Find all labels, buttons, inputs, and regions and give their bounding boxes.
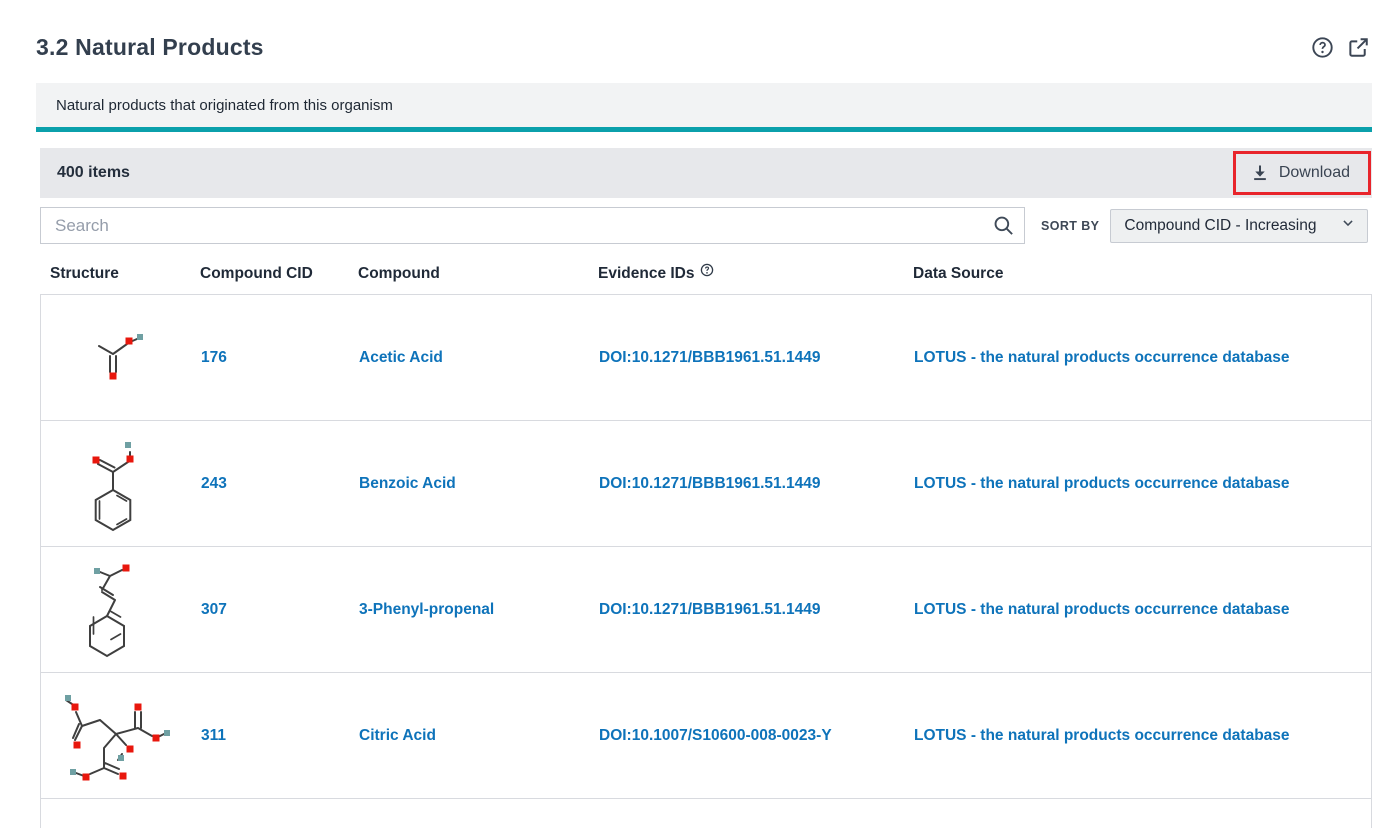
column-header-compound-cid: Compound CID [200, 265, 313, 282]
items-count: 400 items [57, 164, 130, 181]
section-description-bar: Natural products that originated from th… [36, 83, 1372, 132]
data-source-link[interactable]: LOTUS - the natural products occurrence … [914, 601, 1290, 618]
natural-products-section: 3.2 Natural Products Natural products th… [0, 34, 1400, 829]
section-header-icons [1311, 36, 1370, 59]
evidence-id-link[interactable]: DOI:10.1271/BBB1961.51.1449 [599, 601, 820, 618]
compound-cid-link[interactable]: 176 [201, 349, 227, 366]
data-source-cell: LOTUS - the natural products occurrence … [904, 601, 1371, 619]
structure-image-benzoic-acid[interactable] [41, 426, 191, 542]
evidence-id-cell: DOI:10.1271/BBB1961.51.1449 [589, 601, 904, 619]
evidence-id-cell: DOI:10.1271/BBB1961.51.1449 [589, 475, 904, 493]
evidence-id-link[interactable]: DOI:10.1271/BBB1961.51.1449 [599, 349, 820, 366]
table-body: 176 Acetic Acid DOI:10.1271/BBB1961.51.144… [40, 295, 1372, 828]
table-row-partial [41, 799, 1371, 828]
compound-cell: Acetic Acid [349, 349, 589, 367]
column-header-data-source: Data Source [913, 265, 1004, 282]
table-row: 307 3-Phenyl-propenal DOI:10.1271/BBB1961.… [41, 547, 1371, 673]
sort-dropdown[interactable]: Compound CID - Increasing [1110, 208, 1369, 243]
data-source-link[interactable]: LOTUS - the natural products occurrence … [914, 475, 1290, 492]
evidence-id-link[interactable]: DOI:10.1007/S10600-008-0023-Y [599, 727, 832, 744]
natural-products-table: Structure Compound CID Compound Evidence… [40, 254, 1372, 828]
compound-cid-cell: 307 [191, 601, 349, 619]
compound-cid-cell: 311 [191, 727, 349, 745]
data-source-link[interactable]: LOTUS - the natural products occurrence … [914, 727, 1290, 744]
table-row: 176 Acetic Acid DOI:10.1271/BBB1961.51.144… [41, 295, 1371, 421]
download-icon [1250, 163, 1270, 183]
table-row: 243 Benzoic Acid DOI:10.1271/BBB1961.51.14… [41, 421, 1371, 547]
compound-name-link[interactable]: Citric Acid [359, 727, 436, 744]
structure-image-3-phenyl-propenal[interactable] [41, 552, 191, 668]
evidence-id-link[interactable]: DOI:10.1271/BBB1961.51.1449 [599, 475, 820, 492]
evidence-ids-label: Evidence IDs [598, 265, 695, 282]
compound-name-link[interactable]: Acetic Acid [359, 349, 443, 366]
table-row: 311 Citric Acid DOI:10.1007/S10600-008-002… [41, 673, 1371, 799]
compound-name-link[interactable]: 3-Phenyl-propenal [359, 601, 494, 618]
compound-cid-cell: 176 [191, 349, 349, 367]
data-source-cell: LOTUS - the natural products occurrence … [904, 727, 1371, 745]
compound-cid-link[interactable]: 243 [201, 475, 227, 492]
evidence-id-cell: DOI:10.1007/S10600-008-0023-Y [589, 727, 904, 745]
search-icon[interactable] [992, 214, 1015, 242]
download-label: Download [1278, 164, 1350, 181]
search-box [40, 207, 1025, 244]
sort-by-label: SORT BY [1041, 218, 1100, 233]
search-sort-row: SORT BY Compound CID - Increasing [40, 207, 1372, 244]
compound-cid-link[interactable]: 307 [201, 601, 227, 618]
download-button[interactable]: Download [1232, 151, 1371, 195]
search-input[interactable] [40, 207, 1025, 244]
results-toolbar: 400 items Download [40, 148, 1372, 198]
section-description: Natural products that originated from th… [56, 96, 393, 114]
page-title: 3.2 Natural Products [36, 34, 264, 60]
structure-image-acetic-acid[interactable] [41, 310, 191, 406]
data-source-link[interactable]: LOTUS - the natural products occurrence … [914, 349, 1290, 366]
column-header-evidence-ids: Evidence IDs [588, 263, 903, 283]
compound-cell: Benzoic Acid [349, 475, 589, 493]
compound-cid-cell: 243 [191, 475, 349, 493]
table-header: Structure Compound CID Compound Evidence… [40, 254, 1372, 295]
compound-cell: 3-Phenyl-propenal [349, 601, 589, 619]
external-link-icon[interactable] [1347, 36, 1370, 59]
column-header-compound: Compound [358, 265, 440, 282]
help-icon[interactable] [1311, 36, 1334, 59]
data-source-cell: LOTUS - the natural products occurrence … [904, 475, 1371, 493]
evidence-help-icon[interactable] [700, 263, 714, 282]
column-header-structure: Structure [50, 265, 119, 282]
chevron-down-icon [1341, 216, 1355, 235]
compound-name-link[interactable]: Benzoic Acid [359, 475, 456, 492]
structure-image-citric-acid[interactable] [41, 676, 191, 796]
compound-cid-link[interactable]: 311 [201, 727, 226, 744]
sort-selected-value: Compound CID - Increasing [1124, 216, 1317, 234]
data-source-cell: LOTUS - the natural products occurrence … [904, 349, 1371, 367]
section-header: 3.2 Natural Products [36, 34, 1370, 61]
evidence-id-cell: DOI:10.1271/BBB1961.51.1449 [589, 349, 904, 367]
compound-cell: Citric Acid [349, 727, 589, 745]
